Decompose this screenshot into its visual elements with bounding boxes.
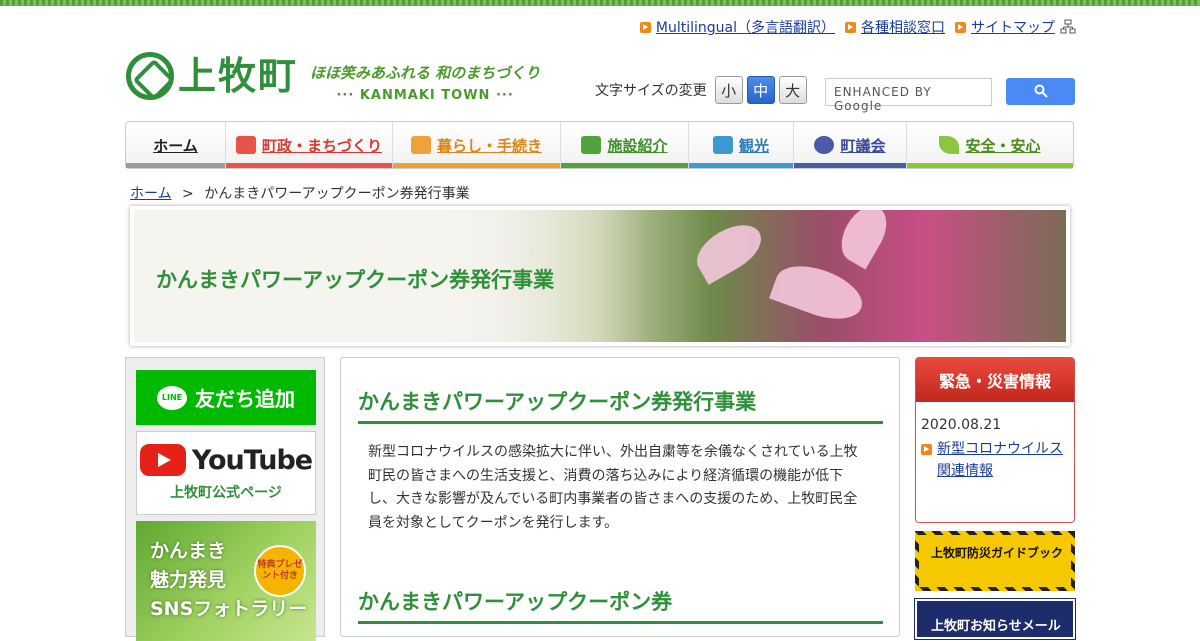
line-add-friend-banner[interactable]: LINE 友だち追加 [136,370,316,425]
camera-icon [712,136,733,154]
house-icon [235,136,256,154]
emergency-link[interactable]: 新型コロナウイルス関連情報 [937,438,1074,482]
line-logo-icon: LINE [157,385,187,410]
present-badge: 特典プレゼント付き [254,545,306,597]
hero-banner: かんまきパワーアップクーポン券発行事業 [130,206,1070,346]
sitemap-link[interactable]: サイトマップ [955,17,1076,37]
youtube-banner[interactable]: YouTube 上牧町公式ページ [136,431,316,515]
sns-photo-rally-banner[interactable]: かんまき 魅力発見 SNSフォトラリー 特典プレゼント付き [136,521,316,641]
youtube-play-icon [139,444,186,476]
font-small-button[interactable]: 小 [714,76,743,104]
emergency-title: 緊急・災害情報 [916,358,1074,402]
arrow-icon [639,21,651,33]
emblem-icon [814,136,835,154]
font-medium-button[interactable]: 中 [746,76,775,104]
multilingual-link[interactable]: Multilingual（多言語翻訳） [639,17,835,37]
lily-image [769,255,869,330]
breadcrumb: ホーム > かんまきパワーアップクーポン券発行事業 [130,186,470,202]
left-sidebar: LINE 友だち追加 YouTube 上牧町公式ページ かんまき 魅力発見 SN… [125,357,325,641]
nav-tourism[interactable]: 観光 [689,122,794,168]
font-size-switcher: 文字サイズの変更 小 中 大 [595,76,807,104]
consultation-link[interactable]: 各種相談窓口 [845,17,945,37]
notification-mail-banner[interactable]: 上牧町お知らせメール [914,598,1076,640]
content-heading: かんまきパワーアップクーポン券発行事業 [358,386,883,424]
town-name: 上牧町 [178,54,299,98]
global-nav: ホーム 町政・まちづくり 暮らし・手続き 施設紹介 観光 町議会 安全・安心 [125,121,1074,169]
emergency-panel: 緊急・災害情報 2020.08.21 新型コロナウイルス関連情報 [915,357,1075,523]
hero-title: かんまきパワーアップクーポン券発行事業 [156,268,555,292]
building-icon [581,136,602,154]
content-subheading: かんまきパワーアップクーポン券 [358,586,883,624]
nav-home[interactable]: ホーム [126,122,226,168]
main-content: かんまきパワーアップクーポン券発行事業 新型コロナウイルスの感染拡大に伴い、外出… [340,357,900,637]
leaf-icon [939,136,960,154]
emergency-date: 2020.08.21 [921,417,1002,433]
arrow-icon [845,21,856,33]
nav-council[interactable]: 町議会 [794,122,907,168]
font-large-button[interactable]: 大 [778,76,807,104]
search-input[interactable]: ENHANCED BY Google [825,78,992,113]
lily-image [688,215,770,285]
top-stripe [0,0,1200,6]
nav-living[interactable]: 暮らし・手続き [393,122,561,168]
sitemap-icon [1060,19,1076,34]
utility-links: Multilingual（多言語翻訳） 各種相談窓口 サイトマップ [639,17,1076,37]
right-sidebar: 緊急・災害情報 2020.08.21 新型コロナウイルス関連情報 上牧町防災ガイ… [914,357,1076,640]
lily-image [832,210,896,270]
breadcrumb-current: かんまきパワーアップクーポン券発行事業 [204,186,470,202]
arrow-icon [921,444,932,455]
tagline: ほほ笑みあふれる 和のまちづくり [310,64,541,82]
town-emblem-icon [126,52,174,100]
breadcrumb-home[interactable]: ホーム [130,186,172,202]
search-button[interactable] [1006,78,1075,105]
site-logo[interactable]: 上牧町 ほほ笑みあふれる 和のまちづくり ··· KANMAKI TOWN ··… [126,52,540,103]
tagline-english: ··· KANMAKI TOWN ··· [336,88,514,103]
notepad-icon [410,136,431,154]
nav-town-administration[interactable]: 町政・まちづくり [226,122,393,168]
font-size-label: 文字サイズの変更 [595,83,707,99]
disaster-guidebook-banner[interactable]: 上牧町防災ガイドブック [915,531,1075,591]
search-icon [1034,84,1048,98]
content-body: 新型コロナウイルスの感染拡大に伴い、外出自粛等を余儀なくされている上牧町民の皆さ… [368,444,858,531]
arrow-icon [955,21,966,33]
nav-facilities[interactable]: 施設紹介 [561,122,689,168]
nav-safety[interactable]: 安全・安心 [907,122,1073,168]
